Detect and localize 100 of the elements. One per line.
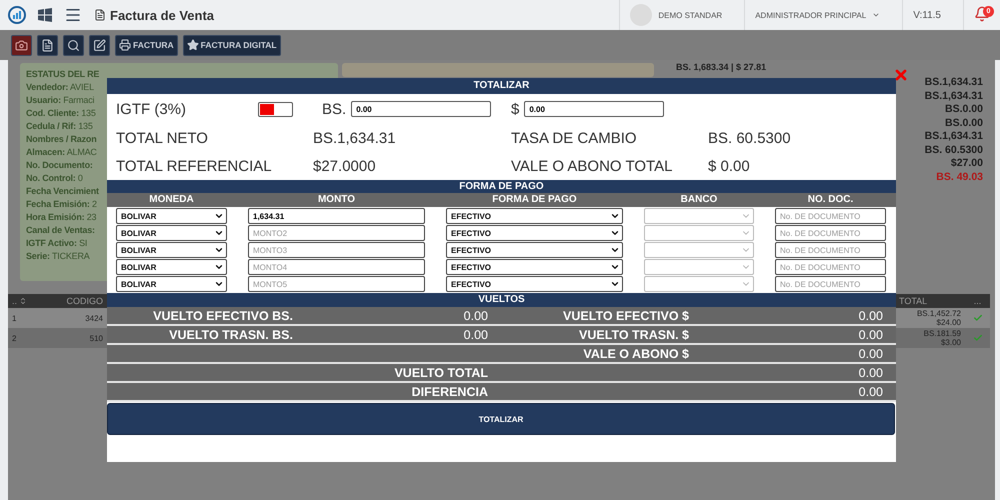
chevron-icon[interactable] [872, 11, 880, 19]
totalize-button[interactable]: TOTALIZAR [107, 403, 895, 435]
record-field: Serie: TICKERA [26, 251, 90, 261]
change-label: VUELTO TOTAL [393, 366, 488, 380]
factura-digital-button[interactable]: FACTURA DIGITAL [182, 34, 281, 56]
change-value: 0.00 [858, 328, 883, 342]
bs-label: BS. [322, 100, 346, 118]
figure-value: BS.1,634.31 [313, 130, 397, 146]
figure-label: TASA DE CAMBIO [511, 130, 638, 146]
payment-method-select[interactable]: EFECTIVO [446, 242, 623, 258]
change-value: 0.00 [462, 328, 488, 342]
change-label: DIFERENCIA [410, 384, 488, 398]
change-label: VALE O ABONO $ [582, 346, 689, 360]
total-value: BS.0.00 [945, 103, 983, 116]
search-button[interactable] [63, 34, 84, 56]
bs-field[interactable]: 0.00 [351, 101, 492, 117]
document-number-field[interactable]: No. DE DOCUMENTO [775, 208, 886, 224]
record-field: Vendedor: AVIEL [26, 82, 94, 92]
record-field: IGTF Activo: SI [26, 238, 88, 248]
edit-button[interactable] [89, 34, 110, 56]
logo-icon[interactable] [8, 6, 26, 24]
document-icon [41, 38, 54, 52]
figure-value: $27.0000 [313, 158, 377, 174]
table-cell: $24.00 [936, 318, 961, 327]
bell-icon[interactable] [974, 6, 990, 22]
new-document-button[interactable] [37, 34, 58, 56]
sort-icon[interactable] [19, 297, 28, 305]
figure-label: VALE O ABONO TOTAL [511, 158, 674, 174]
payment-method-select[interactable]: EFECTIVO [446, 225, 623, 241]
record-status: ESTATUS DEL RE [26, 69, 100, 79]
record-field: No. Control: 0 [26, 173, 83, 183]
close-icon[interactable] [893, 67, 909, 83]
amount-field[interactable]: MONTO2 [248, 225, 425, 241]
factura-button[interactable]: FACTURA [115, 34, 178, 56]
total-value: BS.1,634.31 [924, 76, 983, 90]
record-field: Nombres / Razon [26, 134, 97, 144]
change-label: VUELTO EFECTIVO $ [562, 308, 689, 322]
change-value: 0.00 [858, 346, 883, 360]
company-name: DEMO STANDAR [658, 10, 722, 20]
camera-button[interactable] [11, 34, 32, 56]
currency-select[interactable]: BOLIVAR [116, 276, 227, 292]
total-value: BS.1,634.31 [924, 90, 983, 103]
camera-icon [15, 38, 28, 52]
change-label: VUELTO TRASN. BS. [168, 328, 293, 342]
column-header[interactable]: TOTAL [895, 294, 965, 308]
table-cell: 510 [90, 334, 103, 342]
currency-select[interactable]: BOLIVAR [116, 225, 227, 241]
column-header[interactable]: .. [12, 296, 18, 306]
menu-icon[interactable] [64, 6, 82, 24]
user-menu[interactable]: ADMINISTRADOR PRINCIPAL [755, 10, 866, 20]
document-icon [94, 9, 106, 21]
column-header[interactable]: CODIGO [38, 294, 107, 308]
table-cell: 2 [12, 334, 16, 342]
document-number-field[interactable]: No. DE DOCUMENTO [775, 259, 886, 275]
total-value: $27.00 [950, 157, 983, 170]
amount-field[interactable]: MONTO4 [248, 259, 425, 275]
page-title: Factura de Venta [110, 8, 214, 22]
change-value: 0.00 [858, 384, 883, 398]
windows-icon[interactable] [38, 8, 52, 22]
column-header[interactable]: ... [965, 294, 990, 308]
currency-select[interactable]: BOLIVAR [116, 208, 227, 224]
record-field: Usuario: Farmaci [26, 95, 94, 105]
table-cell: BS.181.59 [924, 329, 961, 338]
currency-select[interactable]: BOLIVAR [116, 242, 227, 258]
search-icon [67, 38, 80, 52]
total-summary: BS. 1,683.34 | $ 27.81 [675, 61, 768, 72]
total-value: BS. 60.5300 [924, 144, 983, 157]
printer-icon [119, 39, 131, 51]
igtf-toggle[interactable] [258, 102, 293, 116]
usd-field[interactable]: 0.00 [524, 101, 664, 117]
document-number-field[interactable]: No. DE DOCUMENTO [775, 276, 886, 292]
currency-select[interactable]: BOLIVAR [116, 259, 227, 275]
amount-field[interactable]: MONTO5 [248, 276, 425, 292]
total-value: BS. 49.03 [936, 170, 983, 184]
record-field: Fecha Emisión: 2 [26, 199, 97, 209]
star-icon [186, 39, 199, 51]
table-cell: BS.1,452.72 [916, 309, 961, 318]
payment-method-select[interactable]: EFECTIVO [446, 208, 623, 224]
figure-value: $ 0.00 [708, 158, 751, 174]
document-number-field[interactable]: No. DE DOCUMENTO [775, 225, 886, 241]
dialog-title: TOTALIZAR [107, 78, 896, 94]
amount-field[interactable]: MONTO3 [248, 242, 425, 258]
record-field: Fecha Vencimient [26, 186, 99, 196]
edit-icon [93, 38, 106, 52]
table-cell: 3424 [85, 314, 103, 322]
record-field: Cedula / Rif: 135 [26, 121, 93, 131]
figure-label: TOTAL NETO [116, 130, 209, 146]
record-field: Almacen: ALMAC [26, 147, 97, 157]
usd-label: $ [511, 100, 520, 118]
document-number-field[interactable]: No. DE DOCUMENTO [775, 242, 886, 258]
amount-field[interactable]: 1,634.31 [248, 208, 425, 224]
version-label: V:11.5 [913, 10, 941, 20]
change-label: VUELTO TRASN. $ [578, 328, 689, 342]
section-title: FORMA DE PAGO [107, 180, 896, 193]
change-value: 0.00 [462, 308, 488, 322]
change-value: 0.00 [858, 308, 883, 322]
payment-method-select[interactable]: EFECTIVO [446, 259, 623, 275]
table-cell: $3.00 [940, 338, 961, 347]
total-value: BS.1,634.31 [924, 130, 983, 144]
payment-method-select[interactable]: EFECTIVO [446, 276, 623, 292]
